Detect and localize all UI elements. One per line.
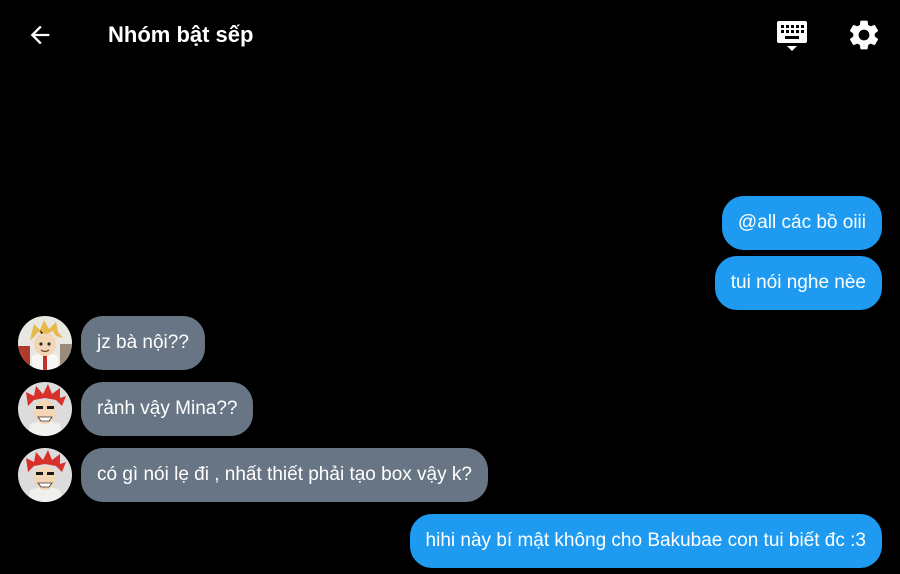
message-outgoing[interactable]: @all các bồ oiii <box>721 196 882 250</box>
message-text: jz bà nội?? <box>97 332 189 353</box>
avatar-image <box>18 316 72 370</box>
message-text: rảnh vậy Mina?? <box>97 398 238 419</box>
chat-header: Nhóm bật sếp <box>0 0 900 70</box>
message-text: tui nói nghe nèe <box>730 272 866 293</box>
redhead-avatar[interactable] <box>18 448 72 502</box>
message-text: có gì nói lẹ đi , nhất thiết phải tạo bo… <box>97 464 472 485</box>
blonde-avatar[interactable] <box>18 316 72 370</box>
message-text: hihi này bí mật không cho Bakubae con tu… <box>425 530 866 551</box>
avatar-image <box>18 448 72 502</box>
message-outgoing[interactable]: tui nói nghe nèe <box>714 256 882 310</box>
message-incoming[interactable]: có gì nói lẹ đi , nhất thiết phải tạo bo… <box>81 448 488 502</box>
chat-title: Nhóm bật sếp <box>108 22 254 47</box>
gear-icon <box>850 20 879 50</box>
avatar-image <box>18 382 72 436</box>
keyboard-icon <box>777 21 807 51</box>
message-incoming[interactable]: jz bà nội?? <box>81 316 205 370</box>
message-outgoing[interactable]: hihi này bí mật không cho Bakubae con tu… <box>409 514 882 568</box>
message-text: @all các bồ oiii <box>737 212 866 233</box>
arrow-left-icon <box>30 25 50 45</box>
message-incoming[interactable]: rảnh vậy Mina?? <box>81 382 254 436</box>
settings-button[interactable] <box>846 17 882 53</box>
back-button[interactable] <box>22 17 58 53</box>
redhead-avatar[interactable] <box>18 382 72 436</box>
keyboard-button[interactable] <box>774 18 810 54</box>
